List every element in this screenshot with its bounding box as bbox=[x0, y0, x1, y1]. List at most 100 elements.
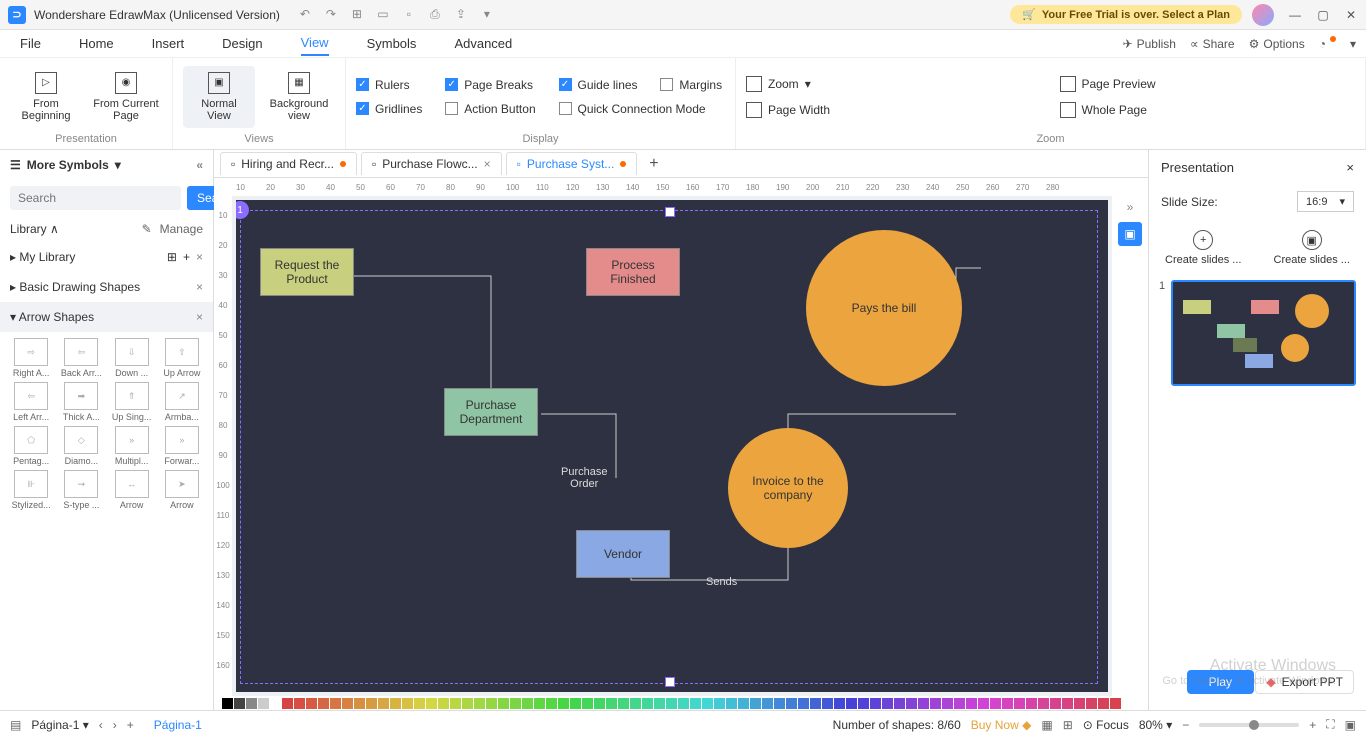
color-swatch[interactable] bbox=[774, 698, 785, 709]
more-symbols-header[interactable]: ☰ More Symbols▾ « bbox=[0, 150, 213, 180]
color-swatch[interactable] bbox=[738, 698, 749, 709]
trial-banner[interactable]: 🛒 Your Free Trial is over. Select a Plan bbox=[1010, 5, 1242, 24]
color-swatch[interactable] bbox=[558, 698, 569, 709]
share-button[interactable]: ∝Share bbox=[1190, 37, 1235, 51]
color-swatch[interactable] bbox=[678, 698, 689, 709]
add-tab-button[interactable]: + bbox=[641, 155, 666, 173]
color-swatch[interactable] bbox=[690, 698, 701, 709]
color-swatch[interactable] bbox=[1026, 698, 1037, 709]
more-qat-icon[interactable]: ▾ bbox=[478, 7, 496, 22]
color-swatch[interactable] bbox=[246, 698, 257, 709]
open-icon[interactable]: ▭ bbox=[374, 7, 392, 22]
color-swatch[interactable] bbox=[570, 698, 581, 709]
color-swatch[interactable] bbox=[402, 698, 413, 709]
color-swatch[interactable] bbox=[1002, 698, 1013, 709]
next-page-icon[interactable]: › bbox=[113, 718, 117, 732]
color-swatch[interactable] bbox=[906, 698, 917, 709]
presentation-tool-icon[interactable]: ▣ bbox=[1118, 222, 1142, 246]
shape-item[interactable]: ⊪Stylized... bbox=[8, 470, 54, 510]
export-ppt-button[interactable]: ◆Export PPT bbox=[1255, 670, 1354, 694]
whole-page-button[interactable]: Whole Page bbox=[1060, 102, 1356, 118]
color-swatch[interactable] bbox=[1110, 698, 1121, 709]
color-swatch[interactable] bbox=[498, 698, 509, 709]
notifications-button[interactable]: ◔ bbox=[1319, 37, 1336, 51]
layout-icon[interactable]: ▦ bbox=[1041, 718, 1052, 732]
color-swatch[interactable] bbox=[354, 698, 365, 709]
canvas[interactable]: 1 Request the Product Process Finished P… bbox=[236, 200, 1108, 692]
color-swatch[interactable] bbox=[810, 698, 821, 709]
slide-size-select[interactable]: 16:9▾ bbox=[1297, 191, 1354, 212]
manage-button[interactable]: Manage bbox=[160, 222, 203, 236]
export-icon[interactable]: ⇪ bbox=[452, 7, 470, 22]
doc-tab[interactable]: ▫Purchase Flowc...× bbox=[361, 152, 502, 175]
color-swatch[interactable] bbox=[954, 698, 965, 709]
shape-item[interactable]: ⇦Back Arr... bbox=[58, 338, 104, 378]
color-swatch[interactable] bbox=[366, 698, 377, 709]
collapse-ribbon-icon[interactable]: ▾ bbox=[1350, 37, 1356, 51]
node-request[interactable]: Request the Product bbox=[260, 248, 354, 296]
color-swatch[interactable] bbox=[618, 698, 629, 709]
color-swatch[interactable] bbox=[894, 698, 905, 709]
slide-thumbnail[interactable] bbox=[1171, 280, 1356, 386]
library-label[interactable]: Library ∧ bbox=[10, 222, 59, 236]
color-swatch[interactable] bbox=[438, 698, 449, 709]
create-slides-button-1[interactable]: +Create slides ... bbox=[1165, 230, 1241, 266]
color-swatch[interactable] bbox=[426, 698, 437, 709]
color-swatch[interactable] bbox=[882, 698, 893, 709]
grid-icon[interactable]: ⊞ bbox=[1063, 718, 1073, 732]
quick-conn-checkbox[interactable]: Quick Connection Mode bbox=[559, 102, 726, 116]
color-swatch[interactable] bbox=[930, 698, 941, 709]
create-slides-button-2[interactable]: ▣Create slides ... bbox=[1274, 230, 1350, 266]
shape-item[interactable]: ⇨Right A... bbox=[8, 338, 54, 378]
shape-item[interactable]: ⇧Up Arrow bbox=[159, 338, 205, 378]
page-select[interactable]: Página-1 ▾ bbox=[31, 718, 88, 732]
shape-item[interactable]: ◇Diamo... bbox=[58, 426, 104, 466]
shape-item[interactable]: ➡Thick A... bbox=[58, 382, 104, 422]
color-swatch[interactable] bbox=[486, 698, 497, 709]
edit-icon[interactable]: ✎ bbox=[142, 222, 152, 236]
color-swatch[interactable] bbox=[966, 698, 977, 709]
expand-right-icon[interactable]: » bbox=[1127, 200, 1134, 214]
search-input[interactable] bbox=[10, 186, 181, 210]
zoom-slider[interactable] bbox=[1199, 723, 1299, 727]
color-swatch[interactable] bbox=[306, 698, 317, 709]
shape-item[interactable]: ⇝S-type ... bbox=[58, 470, 104, 510]
menu-view[interactable]: View bbox=[301, 31, 329, 56]
color-swatch[interactable] bbox=[342, 698, 353, 709]
collapse-left-icon[interactable]: « bbox=[196, 158, 203, 172]
color-swatch[interactable] bbox=[510, 698, 521, 709]
new-icon[interactable]: ⊞ bbox=[348, 7, 366, 22]
print-icon[interactable]: ⎙ bbox=[426, 7, 444, 22]
shape-item[interactable]: »Multipl... bbox=[109, 426, 155, 466]
shape-item[interactable]: ⇑Up Sing... bbox=[109, 382, 155, 422]
color-swatch[interactable] bbox=[846, 698, 857, 709]
color-swatch[interactable] bbox=[750, 698, 761, 709]
page-breaks-checkbox[interactable]: ✓Page Breaks bbox=[445, 78, 538, 92]
menu-home[interactable]: Home bbox=[79, 32, 114, 55]
page-tab[interactable]: Página-1 bbox=[144, 715, 212, 735]
color-swatch[interactable] bbox=[606, 698, 617, 709]
from-current-button[interactable]: ◉From Current Page bbox=[90, 66, 162, 128]
color-swatch[interactable] bbox=[870, 698, 881, 709]
maximize-icon[interactable]: ▢ bbox=[1316, 8, 1330, 22]
node-purchase[interactable]: Purchase Department bbox=[444, 388, 538, 436]
close-icon[interactable]: ✕ bbox=[1344, 8, 1358, 22]
close-icon[interactable]: × bbox=[484, 157, 491, 171]
color-swatch[interactable] bbox=[714, 698, 725, 709]
color-swatch[interactable] bbox=[522, 698, 533, 709]
zoom-level[interactable]: 80% ▾ bbox=[1139, 718, 1172, 732]
color-swatch[interactable] bbox=[786, 698, 797, 709]
page-width-button[interactable]: Page Width bbox=[746, 102, 1030, 118]
color-swatch[interactable] bbox=[822, 698, 833, 709]
node-pays[interactable]: Pays the bill bbox=[806, 230, 962, 386]
section-basic-shapes[interactable]: ▸ Basic Drawing Shapes × bbox=[0, 272, 213, 302]
color-swatch[interactable] bbox=[390, 698, 401, 709]
color-swatch[interactable] bbox=[702, 698, 713, 709]
color-swatch[interactable] bbox=[450, 698, 461, 709]
shape-item[interactable]: ➤Arrow bbox=[159, 470, 205, 510]
doc-tab[interactable]: ▫Hiring and Recr... bbox=[220, 152, 357, 175]
save-icon[interactable]: ▫ bbox=[400, 7, 418, 22]
zoom-in-icon[interactable]: + bbox=[1309, 718, 1316, 732]
color-swatch[interactable] bbox=[462, 698, 473, 709]
color-swatch[interactable] bbox=[1014, 698, 1025, 709]
